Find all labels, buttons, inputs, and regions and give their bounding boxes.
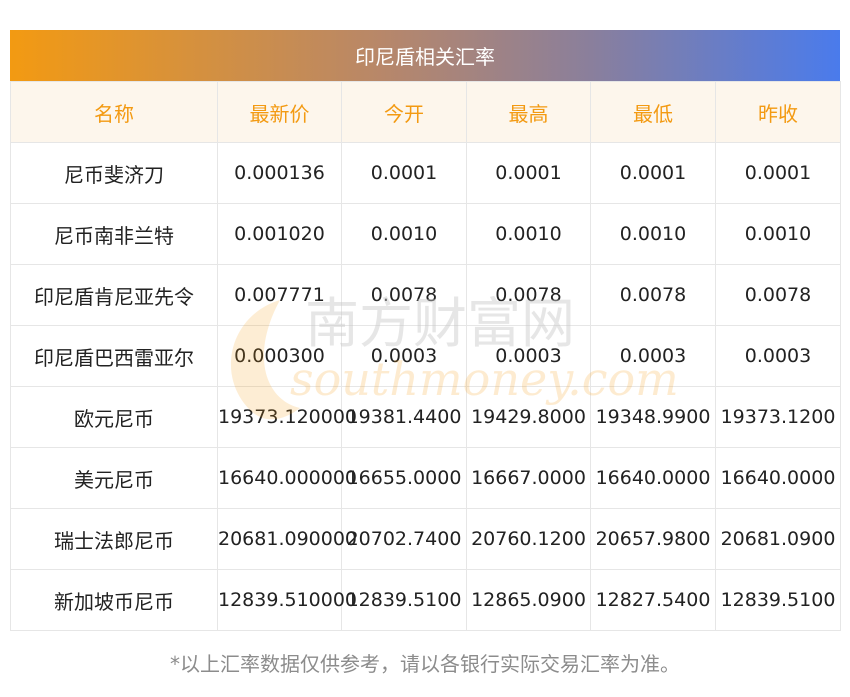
open-price: 0.0001 — [341, 142, 467, 204]
pair-name: 印尼盾巴西雷亚尔 — [10, 325, 218, 387]
pair-name: 瑞士法郎尼币 — [10, 508, 218, 570]
exchange-rate-table: 名称 最新价 今开 最高 最低 昨收 尼币斐济刀 0.000136 0.0001… — [10, 81, 841, 631]
low-price: 16640.0000 — [590, 447, 716, 509]
table-row: 印尼盾巴西雷亚尔 0.000300 0.0003 0.0003 0.0003 0… — [10, 325, 841, 387]
open-price: 19381.4400 — [341, 386, 467, 448]
low-price: 0.0003 — [590, 325, 716, 387]
prev-close-price: 20681.0900 — [715, 508, 841, 570]
pair-name: 欧元尼币 — [10, 386, 218, 448]
column-header-high: 最高 — [466, 81, 591, 143]
column-header-latest: 最新价 — [217, 81, 342, 143]
table-row: 瑞士法郎尼币 20681.090000 20702.7400 20760.120… — [10, 508, 841, 570]
pair-name: 尼币斐济刀 — [10, 142, 218, 204]
prev-close-price: 16640.0000 — [715, 447, 841, 509]
table-header-row: 名称 最新价 今开 最高 最低 昨收 — [10, 81, 841, 143]
prev-close-price: 0.0003 — [715, 325, 841, 387]
high-price: 19429.8000 — [466, 386, 591, 448]
open-price: 0.0010 — [341, 203, 467, 265]
low-price: 20657.9800 — [590, 508, 716, 570]
latest-price: 0.007771 — [217, 264, 342, 326]
high-price: 0.0078 — [466, 264, 591, 326]
high-price: 12865.0900 — [466, 569, 591, 631]
low-price: 12827.5400 — [590, 569, 716, 631]
high-price: 16667.0000 — [466, 447, 591, 509]
table-row: 美元尼币 16640.000000 16655.0000 16667.0000 … — [10, 447, 841, 509]
latest-price: 0.000136 — [217, 142, 342, 204]
latest-price: 0.000300 — [217, 325, 342, 387]
table-title: 印尼盾相关汇率 — [10, 30, 840, 81]
high-price: 0.0003 — [466, 325, 591, 387]
table-row: 尼币斐济刀 0.000136 0.0001 0.0001 0.0001 0.00… — [10, 142, 841, 204]
latest-price: 12839.510000 — [217, 569, 357, 631]
disclaimer-footnote: *以上汇率数据仅供参考，请以各银行实际交易汇率为准。 — [170, 652, 680, 676]
table-row: 印尼盾肯尼亚先令 0.007771 0.0078 0.0078 0.0078 0… — [10, 264, 841, 326]
table-row: 欧元尼币 19373.120000 19381.4400 19429.8000 … — [10, 386, 841, 448]
low-price: 0.0078 — [590, 264, 716, 326]
column-header-prev-close: 昨收 — [715, 81, 841, 143]
open-price: 0.0078 — [341, 264, 467, 326]
high-price: 0.0010 — [466, 203, 591, 265]
pair-name: 新加坡币尼币 — [10, 569, 218, 631]
prev-close-price: 19373.1200 — [715, 386, 841, 448]
low-price: 19348.9900 — [590, 386, 716, 448]
pair-name: 印尼盾肯尼亚先令 — [10, 264, 218, 326]
high-price: 0.0001 — [466, 142, 591, 204]
column-header-low: 最低 — [590, 81, 716, 143]
high-price: 20760.1200 — [466, 508, 591, 570]
prev-close-price: 0.0078 — [715, 264, 841, 326]
latest-price: 16640.000000 — [217, 447, 357, 509]
low-price: 0.0001 — [590, 142, 716, 204]
prev-close-price: 0.0001 — [715, 142, 841, 204]
pair-name: 尼币南非兰特 — [10, 203, 218, 265]
prev-close-price: 12839.5100 — [715, 569, 841, 631]
open-price: 20702.7400 — [341, 508, 467, 570]
open-price: 12839.5100 — [341, 569, 467, 631]
latest-price: 0.001020 — [217, 203, 342, 265]
prev-close-price: 0.0010 — [715, 203, 841, 265]
column-header-open: 今开 — [341, 81, 467, 143]
table-row: 新加坡币尼币 12839.510000 12839.5100 12865.090… — [10, 569, 841, 631]
pair-name: 美元尼币 — [10, 447, 218, 509]
latest-price: 19373.120000 — [217, 386, 357, 448]
latest-price: 20681.090000 — [217, 508, 357, 570]
open-price: 16655.0000 — [341, 447, 467, 509]
low-price: 0.0010 — [590, 203, 716, 265]
open-price: 0.0003 — [341, 325, 467, 387]
table-row: 尼币南非兰特 0.001020 0.0010 0.0010 0.0010 0.0… — [10, 203, 841, 265]
column-header-name: 名称 — [10, 81, 218, 143]
